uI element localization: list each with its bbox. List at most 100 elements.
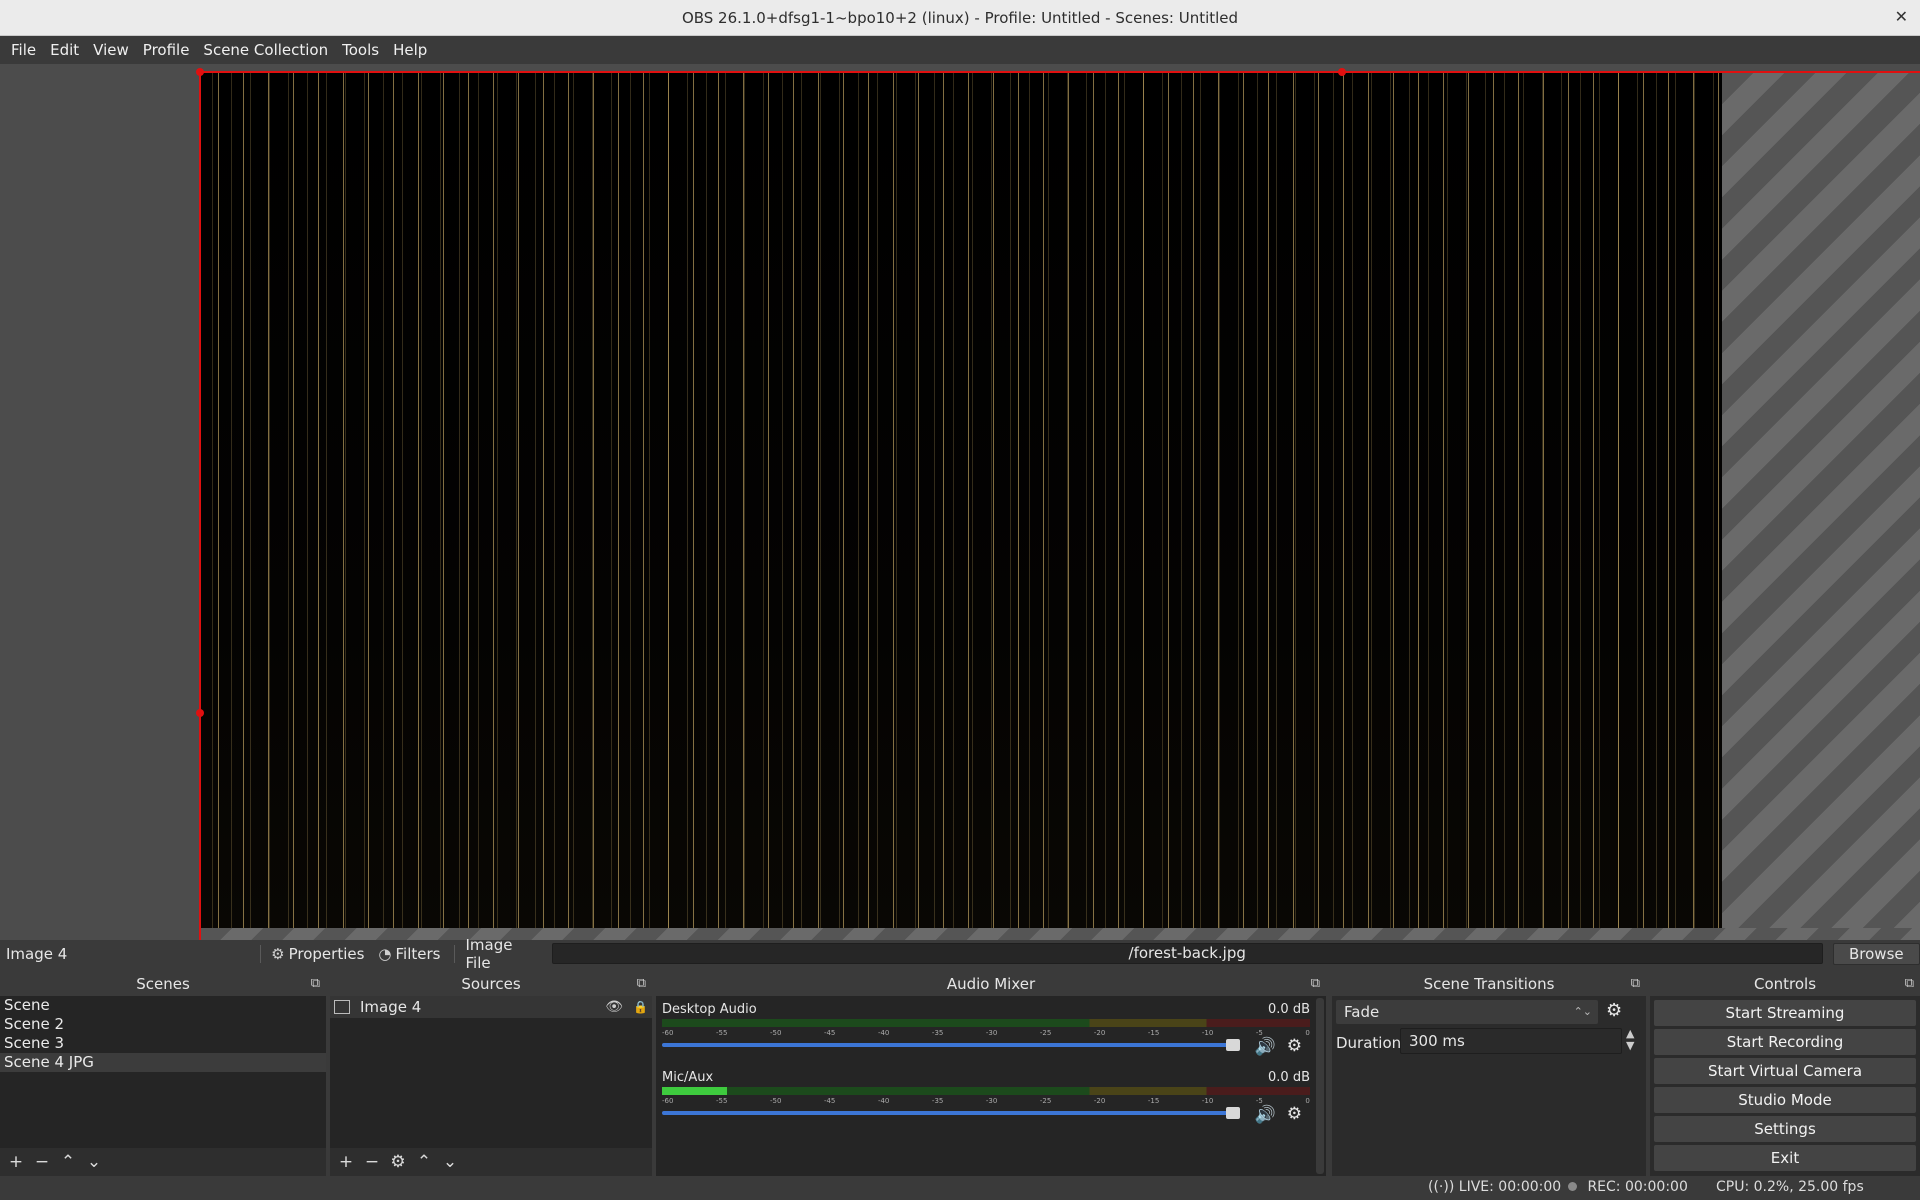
menu-tools[interactable]: Tools	[335, 41, 386, 59]
tick-label: -5	[1255, 1029, 1263, 1037]
volume-slider-knob[interactable]	[1226, 1039, 1240, 1051]
browse-button[interactable]: Browse	[1832, 942, 1920, 965]
exit-button[interactable]: Exit	[1654, 1145, 1916, 1171]
preview-bottom-bounds	[201, 928, 1920, 940]
speaker-icon[interactable]: 🔊	[1255, 1105, 1276, 1125]
scene-transitions-body: Fade ⌃⌄ ⚙ Duration 300 ms ▲ ▼	[1332, 996, 1646, 1176]
scene-item[interactable]: Scene 2	[0, 1015, 326, 1034]
duration-spinner-icon[interactable]: ▲ ▼	[1626, 1028, 1634, 1052]
volume-slider-knob[interactable]	[1226, 1107, 1240, 1119]
audio-mixer-title: Audio Mixer	[946, 975, 1036, 993]
resize-handle-left[interactable]	[196, 709, 204, 717]
gear-icon[interactable]: ⚙	[1606, 1000, 1622, 1021]
scene-item[interactable]: Scene 3	[0, 1034, 326, 1053]
status-bar: ((·)) LIVE: 00:00:00 REC: 00:00:00 CPU: …	[0, 1176, 1920, 1200]
move-up-icon[interactable]: ⌃	[60, 1152, 76, 1172]
undock-icon[interactable]: ⧉	[1631, 972, 1640, 996]
close-icon[interactable]: ✕	[1895, 7, 1908, 26]
source-name: Image 4	[360, 998, 422, 1016]
volume-slider[interactable]	[662, 1039, 1240, 1051]
menu-help[interactable]: Help	[386, 41, 434, 59]
scene-transitions-header: Scene Transitions ⧉	[1332, 972, 1646, 996]
transition-select[interactable]: Fade ⌃⌄	[1336, 1000, 1598, 1024]
lock-icon[interactable]: 🔒	[633, 1000, 648, 1014]
tick-label: -55	[715, 1097, 728, 1105]
start-virtual-camera-button[interactable]: Start Virtual Camera	[1654, 1058, 1916, 1084]
scene-item-selected[interactable]: Scene 4 JPG	[0, 1053, 326, 1072]
window-title: OBS 26.1.0+dfsg1-1~bpo10+2 (linux) - Pro…	[681, 9, 1239, 27]
controls-title: Controls	[1753, 975, 1817, 993]
move-up-icon[interactable]: ⌃	[416, 1152, 432, 1172]
undock-icon[interactable]: ⧉	[1905, 972, 1914, 996]
move-down-icon[interactable]: ⌄	[442, 1152, 458, 1172]
cpu-fps: CPU: 0.2%, 25.00 fps	[1716, 1179, 1864, 1195]
volume-slider[interactable]	[662, 1107, 1240, 1119]
tick-label: -45	[823, 1029, 836, 1037]
visibility-eye-icon[interactable]: 👁	[605, 999, 623, 1015]
settings-button[interactable]: Settings	[1654, 1116, 1916, 1142]
resize-handle-top-left[interactable]	[196, 68, 204, 76]
gear-icon[interactable]: ⚙	[1287, 1104, 1302, 1124]
tick-label: -15	[1147, 1097, 1160, 1105]
filter-icon: ◔	[378, 944, 392, 963]
tick-label: 0	[1305, 1097, 1310, 1105]
tick-label: -40	[877, 1029, 890, 1037]
add-icon[interactable]: +	[338, 1152, 354, 1172]
tick-label: -20	[1093, 1097, 1106, 1105]
source-context-bar: Image 4 ⚙ Properties ◔ Filters Image Fil…	[0, 936, 1920, 972]
source-item[interactable]: Image 4 👁 🔒	[330, 996, 652, 1018]
sources-title: Sources	[461, 975, 521, 993]
controls-dock: Controls ⧉ Start Streaming Start Recordi…	[1650, 972, 1920, 1176]
scene-transitions-dock: Scene Transitions ⧉ Fade ⌃⌄ ⚙ Duration 3…	[1332, 972, 1646, 1176]
menu-edit[interactable]: Edit	[43, 41, 86, 59]
start-streaming-button[interactable]: Start Streaming	[1654, 1000, 1916, 1026]
tick-label: -60	[662, 1029, 674, 1037]
menu-profile[interactable]: Profile	[136, 41, 197, 59]
filters-button[interactable]: ◔ Filters	[378, 945, 440, 963]
scenes-toolbar: + − ⌃ ⌄	[0, 1148, 326, 1176]
add-icon[interactable]: +	[8, 1152, 24, 1172]
volume-meter-level	[662, 1087, 727, 1095]
select-arrows-icon: ⌃⌄	[1573, 1005, 1592, 1018]
menu-bar: File Edit View Profile Scene Collection …	[0, 36, 1920, 64]
rec-indicator: REC: 00:00:00	[1568, 1179, 1688, 1195]
properties-button[interactable]: ⚙ Properties	[271, 945, 364, 963]
image-file-path-field[interactable]: /forest-back.jpg	[551, 943, 1823, 964]
scene-item[interactable]: Scene	[0, 996, 326, 1015]
mixer-scrollbar[interactable]	[1316, 998, 1324, 1174]
image-file-label: Image File	[465, 935, 513, 972]
record-dot-icon	[1568, 1182, 1577, 1191]
tick-label: -15	[1147, 1029, 1160, 1037]
image-icon	[334, 1000, 350, 1014]
gear-icon: ⚙	[271, 944, 285, 963]
preview-canvas[interactable]	[0, 64, 1920, 940]
gear-icon[interactable]: ⚙	[1287, 1036, 1302, 1056]
mixer-channel-desktop-audio: Desktop Audio 0.0 dB -60 -55 -50 -45 -40…	[662, 1002, 1310, 1062]
tick-label: -45	[823, 1097, 836, 1105]
remove-icon[interactable]: −	[364, 1152, 380, 1172]
tick-label: -30	[985, 1097, 998, 1105]
gear-icon[interactable]: ⚙	[390, 1152, 406, 1172]
remove-icon[interactable]: −	[34, 1152, 50, 1172]
tick-label: -25	[1039, 1097, 1052, 1105]
channel-db: 0.0 dB	[1268, 1070, 1310, 1085]
channel-db: 0.0 dB	[1268, 1002, 1310, 1017]
studio-mode-button[interactable]: Studio Mode	[1654, 1087, 1916, 1113]
duration-label: Duration	[1336, 1034, 1402, 1052]
speaker-icon[interactable]: 🔊	[1255, 1037, 1276, 1057]
preview-source-image[interactable]	[201, 73, 1722, 940]
menu-file[interactable]: File	[4, 41, 43, 59]
scenes-list: Scene Scene 2 Scene 3 Scene 4 JPG + − ⌃ …	[0, 996, 326, 1176]
undock-icon[interactable]: ⧉	[637, 972, 646, 996]
duration-input[interactable]: 300 ms	[1400, 1028, 1622, 1054]
live-indicator: ((·)) LIVE: 00:00:00	[1428, 1179, 1561, 1195]
move-down-icon[interactable]: ⌄	[86, 1152, 102, 1172]
undock-icon[interactable]: ⧉	[311, 972, 320, 996]
menu-view[interactable]: View	[86, 41, 136, 59]
start-recording-button[interactable]: Start Recording	[1654, 1029, 1916, 1055]
volume-meter	[662, 1087, 1310, 1095]
menu-scene-collection[interactable]: Scene Collection	[196, 41, 335, 59]
tick-label: -60	[662, 1097, 674, 1105]
undock-icon[interactable]: ⧉	[1311, 972, 1320, 996]
resize-handle-top[interactable]	[1338, 68, 1346, 76]
